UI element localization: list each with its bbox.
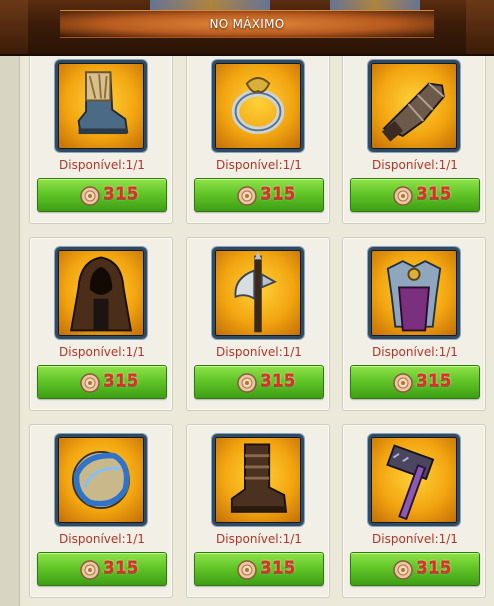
shop-card-hood: Disponível:1/1 315 — [29, 237, 173, 411]
shop-card-orb: Disponível:1/1 315 — [29, 424, 173, 598]
leather-boot-icon[interactable] — [212, 434, 304, 526]
item-grid: Disponível:1/1 315 Disponível:1/1 315 Di… — [0, 0, 494, 606]
buy-button[interactable]: 315 — [37, 552, 167, 586]
rune-coin-icon — [80, 560, 100, 580]
availability-label: Disponível:1/1 — [372, 532, 458, 546]
price-label: 315 — [416, 184, 452, 204]
fur-boot-icon[interactable] — [55, 60, 147, 152]
availability-label: Disponível:1/1 — [59, 345, 145, 359]
buy-button[interactable]: 315 — [194, 365, 324, 399]
banner-decoration — [150, 0, 270, 10]
price-label: 315 — [416, 371, 452, 391]
availability-label: Disponível:1/1 — [216, 158, 302, 172]
rune-coin-icon — [80, 373, 100, 393]
rune-coin-icon — [237, 560, 257, 580]
price-label: 315 — [416, 558, 452, 578]
shop-card-boot: Disponível:1/1 315 — [29, 50, 173, 224]
buy-button[interactable]: 315 — [350, 552, 480, 586]
shop-card-gauntlet: Disponível:1/1 315 — [342, 50, 486, 224]
buy-button[interactable]: 315 — [350, 178, 480, 212]
price-label: 315 — [103, 184, 139, 204]
blue-orb-icon[interactable] — [55, 434, 147, 526]
ring-icon[interactable] — [212, 60, 304, 152]
availability-label: Disponível:1/1 — [216, 345, 302, 359]
price-label: 315 — [103, 371, 139, 391]
buy-button[interactable]: 315 — [194, 552, 324, 586]
war-hammer-icon[interactable] — [368, 434, 460, 526]
availability-label: Disponível:1/1 — [59, 532, 145, 546]
gauntlet-icon[interactable] — [368, 60, 460, 152]
availability-label: Disponível:1/1 — [59, 158, 145, 172]
rune-coin-icon — [237, 373, 257, 393]
buy-button[interactable]: 315 — [350, 365, 480, 399]
buy-button[interactable]: 315 — [194, 178, 324, 212]
price-label: 315 — [260, 371, 296, 391]
halberd-axe-icon[interactable] — [212, 247, 304, 339]
availability-label: Disponível:1/1 — [372, 345, 458, 359]
buy-button[interactable]: 315 — [37, 178, 167, 212]
hooded-cloak-icon[interactable] — [55, 247, 147, 339]
buy-button[interactable]: 315 — [37, 365, 167, 399]
price-label: 315 — [103, 558, 139, 578]
availability-label: Disponível:1/1 — [216, 532, 302, 546]
shop-card-axe: Disponível:1/1 315 — [186, 237, 330, 411]
rune-coin-icon — [393, 373, 413, 393]
shop-card-armor: Disponível:1/1 315 — [342, 237, 486, 411]
banner-decoration — [330, 0, 420, 10]
shop-card-leather-boot: Disponível:1/1 315 — [186, 424, 330, 598]
banner-title: NO MÁXIMO — [209, 17, 285, 31]
shop-card-ring: Disponível:1/1 315 — [186, 50, 330, 224]
rune-coin-icon — [80, 186, 100, 206]
price-label: 315 — [260, 184, 296, 204]
rune-coin-icon — [393, 186, 413, 206]
price-label: 315 — [260, 558, 296, 578]
shop-card-hammer: Disponível:1/1 315 — [342, 424, 486, 598]
chest-armor-icon[interactable] — [368, 247, 460, 339]
rune-coin-icon — [393, 560, 413, 580]
availability-label: Disponível:1/1 — [372, 158, 458, 172]
rune-coin-icon — [237, 186, 257, 206]
top-banner: NO MÁXIMO — [0, 0, 494, 56]
